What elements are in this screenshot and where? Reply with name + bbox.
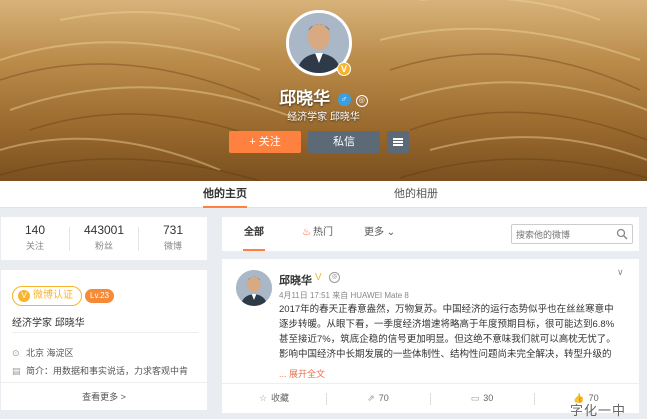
search-icon[interactable] (616, 228, 628, 240)
tab-album[interactable]: 他的相册 (394, 181, 438, 208)
post-text-line: 2017年的春天正春意盎然，万物复苏。中国经济的运行态势似乎也在丝丝寒意中 (279, 304, 614, 315)
stat-followers[interactable]: 443001 粉丝 (70, 223, 138, 252)
weibo-post: 邱晓华 V ◎ 4月11日 17:51 来自 HUAWEI Mate 8 ∨ 2… (222, 259, 639, 413)
location-text: 北京 海淀区 (26, 348, 74, 358)
verify-label: 微博认证 (33, 290, 73, 301)
profile-card-icon: ▤ (12, 366, 21, 376)
more-menu-button[interactable] (387, 131, 409, 153)
star-icon: ☆ (258, 393, 268, 403)
chevron-down-icon[interactable]: ∨ (617, 267, 624, 278)
male-gender-icon: ♂ (337, 93, 351, 106)
post-author-name[interactable]: 邱晓华 (279, 272, 312, 288)
post-text-line: 影响中国经济中长期发展的一些体制性、结构性问题尚未完全解决，转型升级的 (279, 349, 612, 360)
info-bio: 经济学家 邱晓华 (12, 318, 85, 329)
person-avatar-icon (236, 270, 272, 306)
favorite-button[interactable]: ☆ 收藏 (222, 384, 326, 414)
divider (1, 382, 207, 383)
level-icon: ◎ (329, 272, 340, 283)
profile-bio: 经济学家 邱晓华 (287, 112, 360, 123)
post-author-avatar[interactable] (236, 270, 272, 306)
repost-button[interactable]: ⇗ 70 (326, 384, 430, 414)
filter-more[interactable]: 更多 ⌄ (364, 217, 395, 251)
stat-value: 140 (24, 223, 46, 237)
stat-label: 微博 (163, 241, 182, 251)
stat-posts[interactable]: 731 微博 (139, 223, 207, 252)
profile-cover: V 邱晓华 ♂ ◎ 经济学家 邱晓华 + 关注 私信 (0, 0, 647, 181)
message-button[interactable]: 私信 (308, 131, 380, 153)
filter-more-label: 更多 (364, 227, 384, 238)
action-label: 收藏 (271, 393, 290, 403)
profile-tabs: 他的主页 他的相册 (0, 181, 647, 208)
post-search-box (511, 224, 633, 244)
stat-following[interactable]: 140 关注 (1, 223, 69, 252)
intro-text: 简介：用数据和事实说话，力求客观中肯 (26, 366, 189, 376)
comment-icon: ▭ (470, 393, 480, 403)
stat-label: 关注 (25, 241, 44, 251)
action-label: 70 (378, 393, 389, 403)
expand-full-text-link[interactable]: ... 展开全文 (279, 367, 325, 380)
filter-hot-label: 热门 (312, 227, 333, 238)
chevron-down-icon: ⌄ (386, 227, 396, 238)
tab-home[interactable]: 他的主页 (203, 181, 247, 208)
stat-value: 443001 (83, 223, 125, 237)
post-search-input[interactable] (516, 228, 612, 241)
location-pin-icon: ⊙ (12, 348, 20, 358)
share-icon: ⇗ (367, 393, 375, 403)
action-label: 30 (483, 393, 494, 403)
profile-stats: 140 关注 443001 粉丝 731 微博 (1, 217, 207, 260)
post-text: 2017年的春天正春意盎然，万物复苏。中国经济的运行态势似乎也在丝丝寒意中 逐步… (279, 302, 631, 362)
profile-info-card: V 微博认证 Lv.23 经济学家 邱晓华 ⊙ 北京 海淀区 ▤ 简介：用数据和事实说… (1, 270, 207, 410)
intro-row: ▤ 简介：用数据和事实说话，力求客观中肯 (12, 364, 188, 377)
location-row: ⊙ 北京 海淀区 (12, 346, 74, 359)
post-text-line: 逐步转暖。从眼下看，一季度经济增速将略高于年度预期目标，很可能达到6.8% (279, 319, 615, 330)
stat-label: 粉丝 (94, 241, 113, 251)
see-more-link[interactable]: 查看更多 > (1, 390, 207, 403)
filter-hot[interactable]: ♨ 热门 (302, 217, 333, 251)
verified-icon: V (315, 272, 322, 283)
menu-icon (393, 141, 403, 143)
post-text-line: 甚至接近7%，筑底企稳的信号更加明显。但这绝不意味我们就可以高枕无忧了。 (279, 334, 616, 345)
level-icon: ◎ (355, 95, 368, 107)
follow-button[interactable]: + 关注 (229, 131, 301, 153)
weibo-verified-badge[interactable]: V 微博认证 (12, 286, 82, 306)
verified-icon: V (337, 62, 351, 76)
profile-name: 邱晓华 (279, 89, 331, 108)
verified-icon: V (18, 290, 30, 302)
filter-all[interactable]: 全部 (243, 217, 265, 251)
post-meta: 4月11日 17:51 来自 HUAWEI Mate 8 (279, 291, 409, 300)
fire-icon: ♨ (302, 227, 311, 238)
divider (12, 332, 198, 333)
stat-value: 731 (162, 223, 184, 237)
comment-button[interactable]: ▭ 30 (430, 384, 534, 414)
feed-filter-bar: 全部 ♨ 热门 更多 ⌄ (222, 217, 639, 251)
level-badge[interactable]: Lv.23 (85, 289, 114, 303)
watermark: 字化一中 (570, 403, 627, 418)
